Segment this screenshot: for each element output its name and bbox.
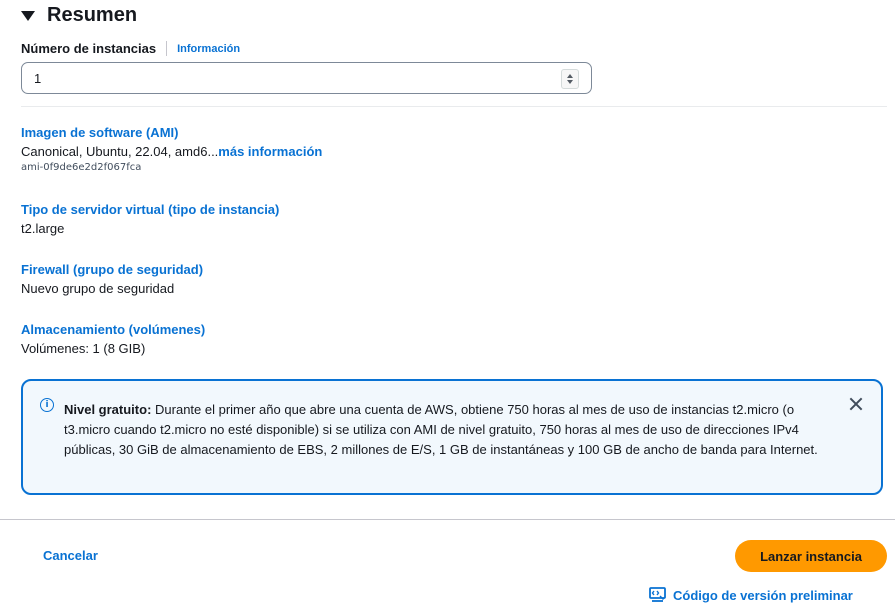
free-tier-alert: i Nivel gratuito: Durante el primer año … bbox=[21, 379, 883, 495]
firewall-section: Firewall (grupo de seguridad) Nuevo grup… bbox=[21, 262, 203, 296]
quantity-stepper[interactable] bbox=[561, 69, 579, 89]
more-info-link[interactable]: más información bbox=[218, 144, 322, 159]
launch-instance-button[interactable]: Lanzar instancia bbox=[735, 540, 887, 572]
instances-input[interactable] bbox=[34, 63, 534, 93]
alert-body: Durante el primer año que abre una cuent… bbox=[64, 402, 818, 457]
ami-value-text: Canonical, Ubuntu, 22.04, amd6... bbox=[21, 144, 219, 159]
instances-label-row: Número de instancias Información bbox=[21, 40, 240, 57]
storage-value: Volúmenes: 1 (8 GIB) bbox=[21, 341, 146, 356]
instance-type-title-link[interactable]: Tipo de servidor virtual (tipo de instan… bbox=[21, 202, 279, 217]
summary-header[interactable]: Resumen bbox=[21, 2, 137, 28]
divider bbox=[21, 106, 887, 107]
ami-section: Imagen de software (AMI) Canonical, Ubun… bbox=[21, 125, 322, 173]
instances-label: Número de instancias bbox=[21, 41, 157, 56]
ami-title-link[interactable]: Imagen de software (AMI) bbox=[21, 125, 322, 140]
alert-text: Nivel gratuito: Durante el primer año qu… bbox=[64, 400, 824, 460]
firewall-title-link[interactable]: Firewall (grupo de seguridad) bbox=[21, 262, 203, 277]
instances-number-field[interactable] bbox=[21, 62, 592, 94]
ami-id: ami-0f9de6e2d2f067fca bbox=[21, 162, 142, 173]
alert-heading: Nivel gratuito: bbox=[64, 402, 152, 417]
summary-title: Resumen bbox=[47, 3, 138, 26]
instance-type-value: t2.large bbox=[21, 221, 65, 236]
preview-code-link[interactable]: Código de versión preliminar bbox=[649, 587, 853, 603]
stepper-up-icon[interactable] bbox=[567, 74, 573, 78]
info-icon: i bbox=[40, 398, 54, 412]
caret-down-icon[interactable] bbox=[21, 11, 35, 21]
code-preview-icon bbox=[649, 587, 666, 602]
label-divider bbox=[166, 41, 168, 56]
instance-type-section: Tipo de servidor virtual (tipo de instan… bbox=[21, 202, 279, 236]
footer-divider bbox=[0, 519, 895, 520]
stepper-down-icon[interactable] bbox=[567, 80, 573, 84]
summary-panel: Resumen Número de instancias Información… bbox=[0, 0, 895, 614]
ami-value: Canonical, Ubuntu, 22.04, amd6...más inf… bbox=[21, 144, 322, 159]
info-link[interactable]: Información bbox=[177, 43, 240, 55]
storage-title-link[interactable]: Almacenamiento (volúmenes) bbox=[21, 322, 205, 337]
cancel-button[interactable]: Cancelar bbox=[43, 548, 98, 563]
storage-section: Almacenamiento (volúmenes) Volúmenes: 1 … bbox=[21, 322, 205, 356]
close-icon[interactable] bbox=[847, 395, 865, 413]
firewall-value: Nuevo grupo de seguridad bbox=[21, 281, 175, 296]
preview-code-label: Código de versión preliminar bbox=[673, 587, 853, 603]
